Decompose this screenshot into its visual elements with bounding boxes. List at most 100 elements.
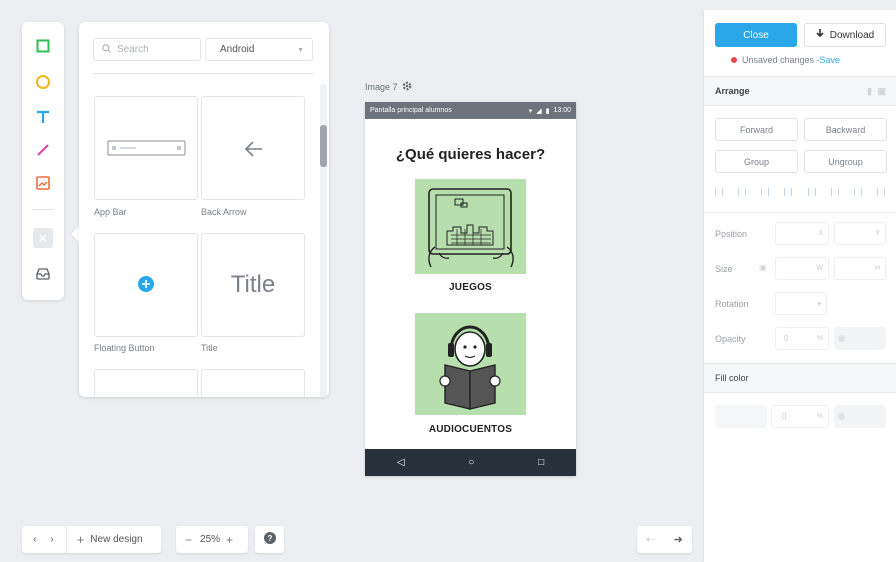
tool-divider (32, 209, 54, 210)
rectangle-tool-icon[interactable] (33, 36, 53, 56)
zoom-out-icon[interactable]: − (185, 533, 192, 547)
card-label-back-arrow: Back Arrow (201, 207, 247, 217)
next-page-icon[interactable]: › (50, 534, 53, 545)
fill-opacity-slider[interactable] (834, 405, 886, 428)
fill-color-swatch[interactable] (715, 405, 767, 428)
component-card-back-arrow[interactable] (201, 96, 305, 200)
size-label: Size (715, 264, 733, 274)
component-panel: Search Android ▼ App Bar Back Arrow Floa… (79, 22, 329, 397)
plus-icon[interactable]: + (77, 532, 85, 547)
panel-divider (93, 73, 314, 74)
artboard-label[interactable]: Image 7 (365, 81, 412, 93)
status-bar-title: Pantalla principal alumnos (370, 107, 452, 114)
w-hint: W (816, 265, 823, 272)
gear-icon[interactable] (402, 81, 412, 93)
status-bar-icons: ▾ ◢ ▮ 13:00 (529, 107, 571, 115)
search-input[interactable]: Search (93, 38, 201, 61)
wifi-icon: ▾ (528, 107, 533, 115)
fill-color-title: Fill color (715, 373, 749, 383)
h-hint: H (874, 265, 880, 272)
back-nav-icon[interactable]: ◁ (397, 457, 405, 468)
zoom-toolbar: − 25% + (176, 526, 248, 553)
opacity-slider[interactable] (834, 327, 886, 350)
forward-button[interactable]: Forward (715, 118, 798, 141)
zoom-in-icon[interactable]: + (226, 533, 233, 547)
redo-icon[interactable]: ➜ (674, 533, 683, 546)
alignment-tools (715, 188, 885, 198)
circle-tool-icon[interactable] (33, 72, 53, 92)
rotation-label: Rotation (715, 299, 749, 309)
chevron-down-icon: ▼ (297, 47, 304, 54)
home-nav-icon[interactable]: ○ (468, 457, 474, 468)
distribute-v-icon[interactable] (876, 188, 885, 196)
component-card[interactable] (94, 369, 198, 397)
previous-page-icon[interactable]: ‹ (33, 534, 36, 545)
position-x-input[interactable]: X (775, 222, 829, 245)
artboard-name: Image 7 (365, 82, 398, 92)
component-card-title[interactable]: Title (201, 233, 305, 337)
slider-knob[interactable] (838, 413, 845, 420)
distribute-h-icon[interactable] (853, 188, 862, 196)
lock-icon[interactable]: ▣ (877, 86, 886, 97)
audiocuentos-caption: AUDIOCUENTOS (428, 424, 513, 435)
opacity-input[interactable]: 0 % (775, 327, 829, 350)
download-button[interactable]: Download (804, 23, 886, 47)
backward-label: Backward (825, 124, 866, 135)
battery-icon: ▮ (545, 107, 550, 115)
close-button[interactable]: Close (715, 23, 797, 47)
platform-select[interactable]: Android ▼ (205, 38, 313, 61)
component-card[interactable] (201, 369, 305, 397)
save-link[interactable]: Save (820, 55, 841, 65)
reading-child-icon (439, 325, 501, 410)
arrange-section-header: Arrange ▮ ▣ (704, 76, 896, 106)
backward-button[interactable]: Backward (804, 118, 887, 141)
platform-value: Android (220, 44, 255, 55)
text-tool-icon[interactable] (33, 107, 53, 127)
undo-icon[interactable]: ⇠ (646, 533, 655, 546)
line-tool-icon[interactable] (33, 140, 53, 160)
slider-knob[interactable] (838, 335, 845, 342)
help-icon: ? (263, 532, 276, 547)
chevron-down-icon: ▾ (817, 300, 821, 308)
group-label: Group (743, 156, 769, 167)
audiocuentos-image (415, 313, 526, 415)
align-top-icon[interactable] (784, 188, 793, 196)
height-input[interactable]: H (834, 257, 886, 280)
position-label: Position (715, 229, 748, 239)
fill-opacity-input[interactable]: 0 % (771, 405, 829, 428)
panel-scroll-thumb[interactable] (320, 125, 327, 167)
inbox-icon[interactable] (33, 263, 53, 283)
close-component-icon[interactable] (33, 228, 53, 248)
help-button[interactable]: ? (255, 526, 284, 553)
align-bottom-icon[interactable] (830, 188, 839, 196)
floating-button-icon (138, 276, 154, 292)
align-right-icon[interactable] (761, 188, 770, 196)
aspect-lock-icon[interactable]: ▣ (759, 263, 767, 272)
opacity-percent: % (816, 335, 823, 342)
download-button-label: Download (829, 29, 875, 41)
align-middle-v-icon[interactable] (807, 188, 816, 196)
unsaved-text: Unsaved changes - (742, 55, 820, 65)
juegos-image (415, 179, 526, 274)
card-label-title: Title (201, 343, 218, 353)
width-input[interactable]: W (775, 257, 829, 280)
fill-opacity-value: 0 (782, 412, 787, 421)
new-design-button[interactable]: New design (90, 534, 142, 545)
component-card-app-bar[interactable] (94, 96, 198, 200)
component-card-floating-button[interactable] (94, 233, 198, 337)
align-left-icon[interactable] (715, 188, 723, 196)
arcade-game-icon (428, 188, 514, 268)
x-hint: X (818, 230, 823, 237)
image-tool-icon[interactable] (33, 173, 53, 193)
trash-icon[interactable]: ▮ (867, 86, 872, 97)
rotation-select[interactable]: ▾ (775, 292, 827, 315)
svg-text:?: ? (267, 534, 272, 543)
phone-artboard[interactable]: Pantalla principal alumnos ▾ ◢ ▮ 13:00 ¿… (365, 102, 576, 476)
group-button[interactable]: Group (715, 150, 798, 173)
position-y-input[interactable]: Y (834, 222, 886, 245)
ungroup-button[interactable]: Ungroup (804, 150, 887, 173)
y-hint: Y (875, 230, 880, 237)
recents-nav-icon[interactable]: □ (538, 457, 544, 468)
section-divider (704, 212, 896, 213)
align-center-h-icon[interactable] (738, 188, 747, 196)
